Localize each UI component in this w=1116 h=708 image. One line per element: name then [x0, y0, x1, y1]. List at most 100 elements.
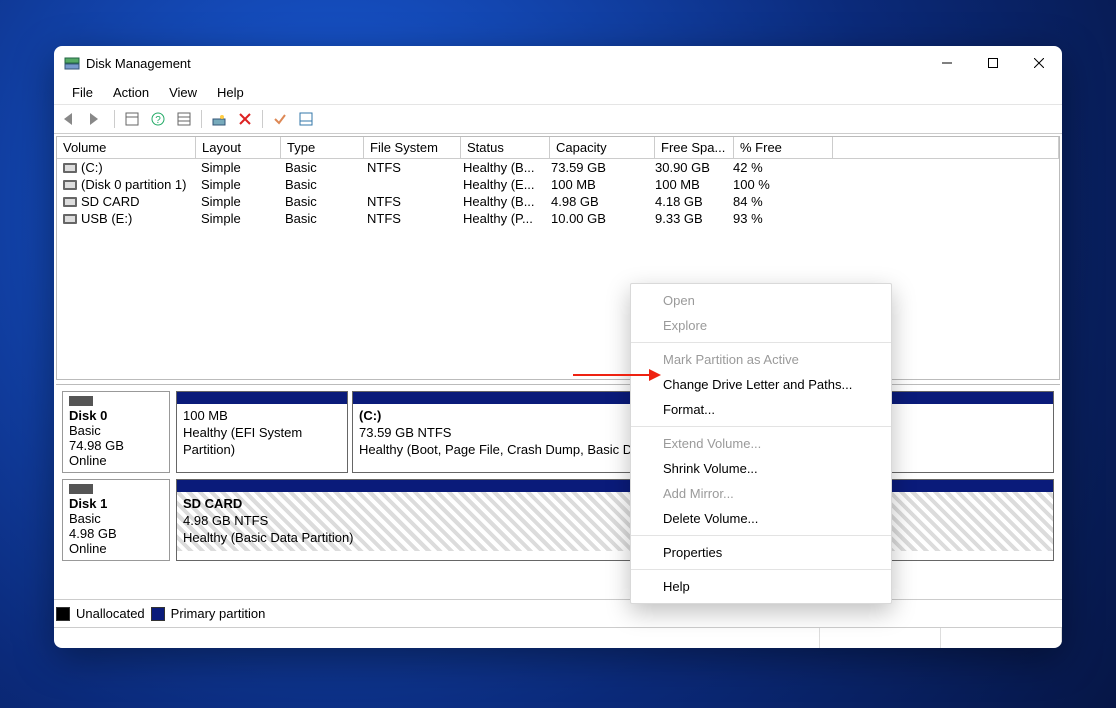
- cell-free: 30.90 GB: [649, 159, 727, 176]
- menu-bar: File Action View Help: [54, 80, 1062, 105]
- help-icon[interactable]: ?: [147, 108, 169, 130]
- cell-type: Basic: [279, 176, 361, 193]
- toolbar: ?: [54, 105, 1062, 134]
- ctx-format[interactable]: Format...: [631, 397, 891, 422]
- cell-status: Healthy (E...: [457, 176, 545, 193]
- forward-icon[interactable]: [86, 108, 108, 130]
- cell-fs: NTFS: [361, 210, 457, 227]
- ctx-extend: Extend Volume...: [631, 431, 891, 456]
- col-status[interactable]: Status: [461, 137, 550, 159]
- table-row[interactable]: (Disk 0 partition 1)SimpleBasic Healthy (…: [57, 176, 1059, 193]
- swatch-unallocated: [56, 607, 70, 621]
- cell-capacity: 100 MB: [545, 176, 649, 193]
- menu-help[interactable]: Help: [207, 83, 254, 102]
- back-icon[interactable]: [60, 108, 82, 130]
- col-free[interactable]: Free Spa...: [655, 137, 734, 159]
- disk-management-window: Disk Management File Action View Help ? …: [54, 46, 1062, 648]
- app-icon: [64, 55, 80, 71]
- cell-capacity: 73.59 GB: [545, 159, 649, 176]
- cell-volume: (C:): [57, 159, 195, 176]
- cell-volume: USB (E:): [57, 210, 195, 227]
- partition-bar: [177, 392, 347, 404]
- volume-icon: [63, 163, 77, 173]
- cell-status: Healthy (P...: [457, 210, 545, 227]
- toolbar-list-bottom-icon[interactable]: [295, 108, 317, 130]
- cell-volume: (Disk 0 partition 1): [57, 176, 195, 193]
- disk-row: Disk 1Basic4.98 GBOnlineSD CARD4.98 GB N…: [62, 479, 1054, 561]
- toolbar-view-top-icon[interactable]: [121, 108, 143, 130]
- disk-pane: Disk 0Basic74.98 GBOnline100 MBHealthy (…: [56, 384, 1060, 599]
- cell-type: Basic: [279, 193, 361, 210]
- cell-pct: 42 %: [727, 159, 825, 176]
- cell-free: 100 MB: [649, 176, 727, 193]
- ctx-change-drive-letter[interactable]: Change Drive Letter and Paths...: [631, 372, 891, 397]
- volume-icon: [63, 197, 77, 207]
- cell-capacity: 4.98 GB: [545, 193, 649, 210]
- ctx-explore: Explore: [631, 313, 891, 338]
- col-type[interactable]: Type: [281, 137, 364, 159]
- cell-pct: 100 %: [727, 176, 825, 193]
- ctx-open: Open: [631, 288, 891, 313]
- status-bar: [54, 627, 1062, 648]
- volume-table: Volume Layout Type File System Status Ca…: [56, 136, 1060, 380]
- volume-icon: [63, 180, 77, 190]
- partition[interactable]: 100 MBHealthy (EFI System Partition): [176, 391, 348, 473]
- cell-layout: Simple: [195, 176, 279, 193]
- col-volume[interactable]: Volume: [57, 137, 196, 159]
- minimize-button[interactable]: [924, 46, 970, 80]
- legend-unallocated: Unallocated: [76, 606, 145, 621]
- svg-text:?: ?: [155, 115, 161, 126]
- ctx-mirror: Add Mirror...: [631, 481, 891, 506]
- maximize-button[interactable]: [970, 46, 1016, 80]
- swatch-primary: [151, 607, 165, 621]
- cell-fs: NTFS: [361, 193, 457, 210]
- toolbar-view-list-icon[interactable]: [173, 108, 195, 130]
- menu-action[interactable]: Action: [103, 83, 159, 102]
- col-layout[interactable]: Layout: [196, 137, 281, 159]
- disk-icon: [69, 396, 93, 406]
- cell-type: Basic: [279, 210, 361, 227]
- cell-layout: Simple: [195, 193, 279, 210]
- ctx-help[interactable]: Help: [631, 574, 891, 599]
- disk-row: Disk 0Basic74.98 GBOnline100 MBHealthy (…: [62, 391, 1054, 473]
- cell-pct: 93 %: [727, 210, 825, 227]
- ctx-mark: Mark Partition as Active: [631, 347, 891, 372]
- menu-file[interactable]: File: [62, 83, 103, 102]
- table-row[interactable]: USB (E:)SimpleBasicNTFSHealthy (P...10.0…: [57, 210, 1059, 227]
- col-fs[interactable]: File System: [364, 137, 461, 159]
- partition[interactable]: SD CARD4.98 GB NTFSHealthy (Basic Data P…: [176, 479, 1054, 561]
- cell-free: 4.18 GB: [649, 193, 727, 210]
- cell-pct: 84 %: [727, 193, 825, 210]
- menu-view[interactable]: View: [159, 83, 207, 102]
- delete-icon[interactable]: [234, 108, 256, 130]
- volume-icon: [63, 214, 77, 224]
- check-icon[interactable]: [269, 108, 291, 130]
- context-menu: Open Explore Mark Partition as Active Ch…: [630, 283, 892, 604]
- ctx-shrink[interactable]: Shrink Volume...: [631, 456, 891, 481]
- col-capacity[interactable]: Capacity: [550, 137, 655, 159]
- ctx-properties[interactable]: Properties: [631, 540, 891, 565]
- cell-layout: Simple: [195, 159, 279, 176]
- partition-bar: [177, 480, 1053, 492]
- cell-status: Healthy (B...: [457, 159, 545, 176]
- legend-primary: Primary partition: [171, 606, 266, 621]
- cell-volume: SD CARD: [57, 193, 195, 210]
- cell-fs: [361, 176, 457, 193]
- table-body: (C:)SimpleBasicNTFSHealthy (B...73.59 GB…: [57, 159, 1059, 379]
- ctx-delete[interactable]: Delete Volume...: [631, 506, 891, 531]
- table-row[interactable]: (C:)SimpleBasicNTFSHealthy (B...73.59 GB…: [57, 159, 1059, 176]
- cell-free: 9.33 GB: [649, 210, 727, 227]
- settings-icon[interactable]: [208, 108, 230, 130]
- cell-status: Healthy (B...: [457, 193, 545, 210]
- window-title: Disk Management: [86, 56, 191, 71]
- annotation-arrow-icon: [573, 365, 663, 385]
- disk-label[interactable]: Disk 1Basic4.98 GBOnline: [62, 479, 170, 561]
- legend: Unallocated Primary partition: [54, 599, 1062, 627]
- cell-layout: Simple: [195, 210, 279, 227]
- disk-label[interactable]: Disk 0Basic74.98 GBOnline: [62, 391, 170, 473]
- close-button[interactable]: [1016, 46, 1062, 80]
- title-bar: Disk Management: [54, 46, 1062, 80]
- col-pct[interactable]: % Free: [734, 137, 833, 159]
- col-filler: [833, 137, 1059, 159]
- table-row[interactable]: SD CARDSimpleBasicNTFSHealthy (B...4.98 …: [57, 193, 1059, 210]
